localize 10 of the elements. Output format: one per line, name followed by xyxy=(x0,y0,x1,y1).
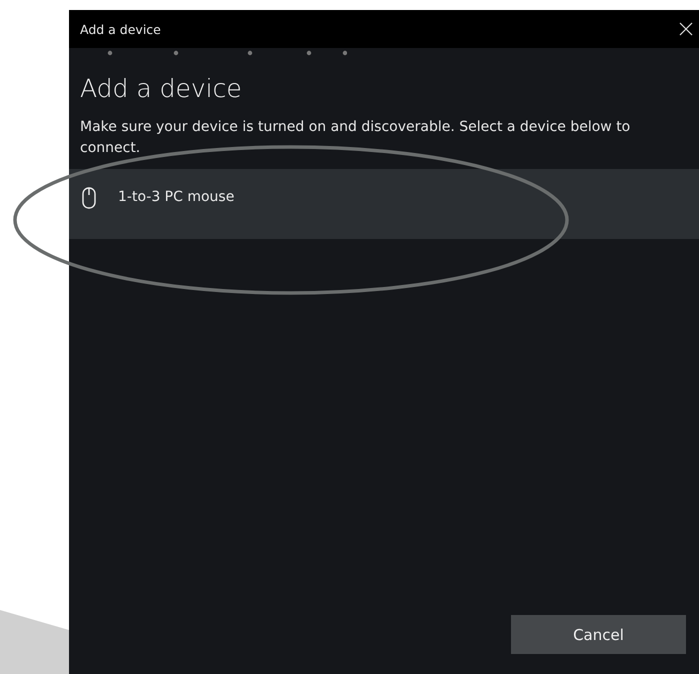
window-title: Add a device xyxy=(80,22,161,36)
cancel-button[interactable]: Cancel xyxy=(511,615,686,654)
progress-dots-icon xyxy=(107,50,347,56)
instructions-text: Make sure your device is turned on and discoverable. Select a device below to connect. xyxy=(80,118,632,158)
close-icon[interactable] xyxy=(679,22,693,36)
page-heading: Add a device xyxy=(80,74,243,103)
background-shape xyxy=(0,610,69,674)
mouse-icon xyxy=(82,187,96,209)
device-name: 1-to-3 PC mouse xyxy=(118,189,234,205)
device-item[interactable]: 1-to-3 PC mouse xyxy=(69,169,699,239)
